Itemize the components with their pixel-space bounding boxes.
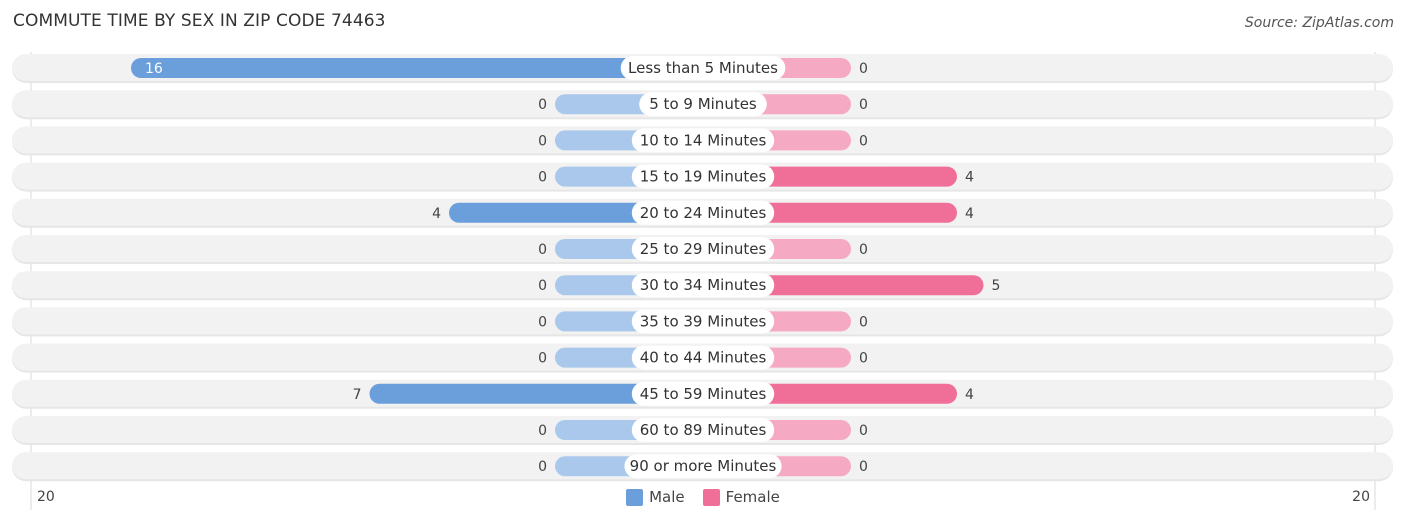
- category-label: 10 to 14 Minutes: [640, 131, 767, 149]
- male-value-label: 0: [538, 423, 547, 439]
- legend-item-male[interactable]: Male: [626, 488, 685, 506]
- legend-swatch-female: [702, 488, 720, 506]
- male-value-label: 0: [538, 351, 547, 367]
- category-label: 60 to 89 Minutes: [640, 421, 767, 439]
- legend-swatch-male: [626, 488, 644, 506]
- male-value-label: 0: [538, 170, 547, 186]
- female-value-label: 0: [859, 314, 868, 330]
- male-bar: [131, 58, 703, 78]
- category-label: 5 to 9 Minutes: [649, 95, 757, 113]
- category-label: 40 to 44 Minutes: [640, 349, 767, 367]
- legend-item-female[interactable]: Female: [702, 488, 780, 506]
- category-label: 25 to 29 Minutes: [640, 240, 767, 258]
- female-value-label: 5: [992, 278, 1001, 294]
- male-value-label: 16: [145, 61, 163, 77]
- category-label: 15 to 19 Minutes: [640, 168, 767, 186]
- category-label: 35 to 39 Minutes: [640, 312, 767, 330]
- legend-label-female: Female: [725, 488, 780, 506]
- female-value-label: 0: [859, 242, 868, 258]
- category-label: 30 to 34 Minutes: [640, 276, 767, 294]
- male-value-label: 0: [538, 97, 547, 113]
- male-value-label: 0: [538, 133, 547, 149]
- female-value-label: 0: [859, 61, 868, 77]
- female-value-label: 4: [965, 206, 974, 222]
- male-value-label: 0: [538, 459, 547, 475]
- female-value-label: 0: [859, 423, 868, 439]
- male-value-label: 4: [432, 206, 441, 222]
- category-label: Less than 5 Minutes: [628, 59, 778, 77]
- male-value-label: 7: [353, 387, 362, 403]
- legend-label-male: Male: [649, 488, 685, 506]
- female-value-label: 4: [965, 387, 974, 403]
- female-value-label: 0: [859, 351, 868, 367]
- male-value-label: 0: [538, 314, 547, 330]
- category-label: 20 to 24 Minutes: [640, 204, 767, 222]
- legend: Male Female: [0, 488, 1406, 506]
- female-value-label: 0: [859, 133, 868, 149]
- male-value-label: 0: [538, 242, 547, 258]
- category-label: 90 or more Minutes: [630, 457, 777, 475]
- category-label: 45 to 59 Minutes: [640, 385, 767, 403]
- female-value-label: 0: [859, 97, 868, 113]
- female-value-label: 4: [965, 170, 974, 186]
- male-value-label: 0: [538, 278, 547, 294]
- female-value-label: 0: [859, 459, 868, 475]
- chart-svg: Less than 5 Minutes 16 0 5 to 9 Minutes 0 0 10…: [12, 52, 1393, 510]
